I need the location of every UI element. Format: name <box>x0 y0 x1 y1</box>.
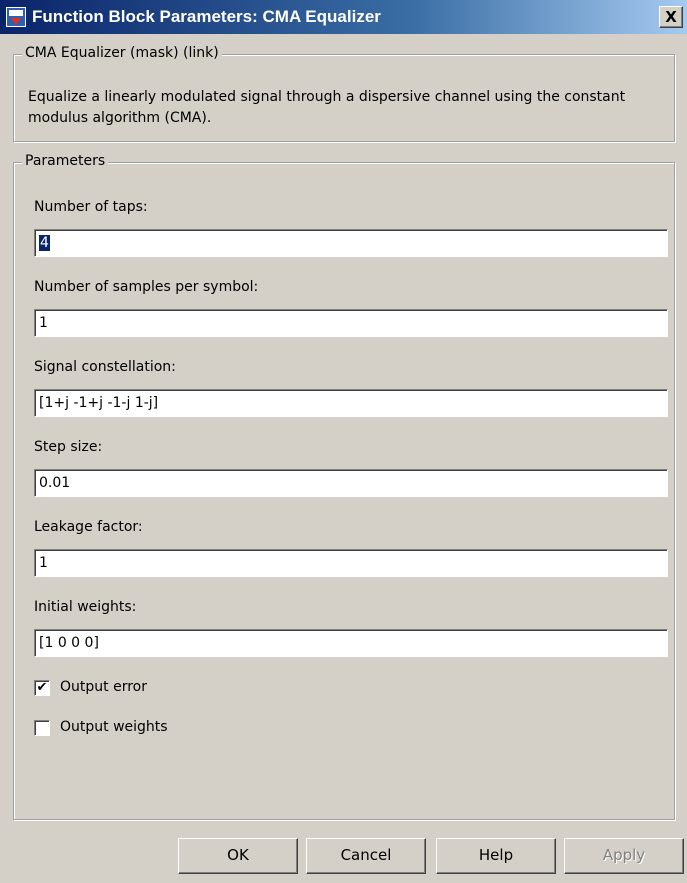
title-bar[interactable]: Function Block Parameters: CMA Equalizer… <box>0 0 687 34</box>
apply-button[interactable]: Apply <box>564 838 684 874</box>
description-legend: CMA Equalizer (mask) (link) <box>22 45 222 61</box>
parameters-legend: Parameters <box>22 153 109 169</box>
num-taps-value: 4 <box>39 235 50 251</box>
close-icon: X <box>665 8 677 26</box>
step-size-input[interactable]: 0.01 <box>34 469 668 497</box>
num-taps-input[interactable]: 4 <box>34 229 668 257</box>
leakage-factor-input[interactable]: 1 <box>34 549 668 577</box>
samples-per-symbol-label: Number of samples per symbol: <box>34 279 259 295</box>
signal-constellation-label: Signal constellation: <box>34 359 176 375</box>
ok-button[interactable]: OK <box>178 838 298 874</box>
dialog-window: Function Block Parameters: CMA Equalizer… <box>0 0 687 883</box>
step-size-label: Step size: <box>34 439 103 455</box>
signal-constellation-input[interactable]: [1+j -1+j -1-j 1-j] <box>34 389 668 417</box>
help-button[interactable]: Help <box>436 838 556 874</box>
simulink-block-icon <box>6 7 26 27</box>
close-button[interactable]: X <box>659 6 683 28</box>
initial-weights-label: Initial weights: <box>34 599 137 615</box>
block-description: Equalize a linearly modulated signal thr… <box>28 89 626 126</box>
output-error-checkbox[interactable]: ✔ <box>34 680 50 696</box>
initial-weights-input[interactable]: [1 0 0 0] <box>34 629 668 657</box>
leakage-factor-label: Leakage factor: <box>34 519 143 535</box>
cancel-button[interactable]: Cancel <box>306 838 426 874</box>
description-group: CMA Equalizer (mask) (link) Equalize a l… <box>13 45 675 142</box>
output-error-label[interactable]: Output error <box>60 679 147 695</box>
samples-per-symbol-input[interactable]: 1 <box>34 309 668 337</box>
output-weights-label[interactable]: Output weights <box>60 719 168 735</box>
num-taps-label: Number of taps: <box>34 199 148 215</box>
output-weights-checkbox[interactable] <box>34 720 50 736</box>
window-title: Function Block Parameters: CMA Equalizer <box>32 7 381 26</box>
